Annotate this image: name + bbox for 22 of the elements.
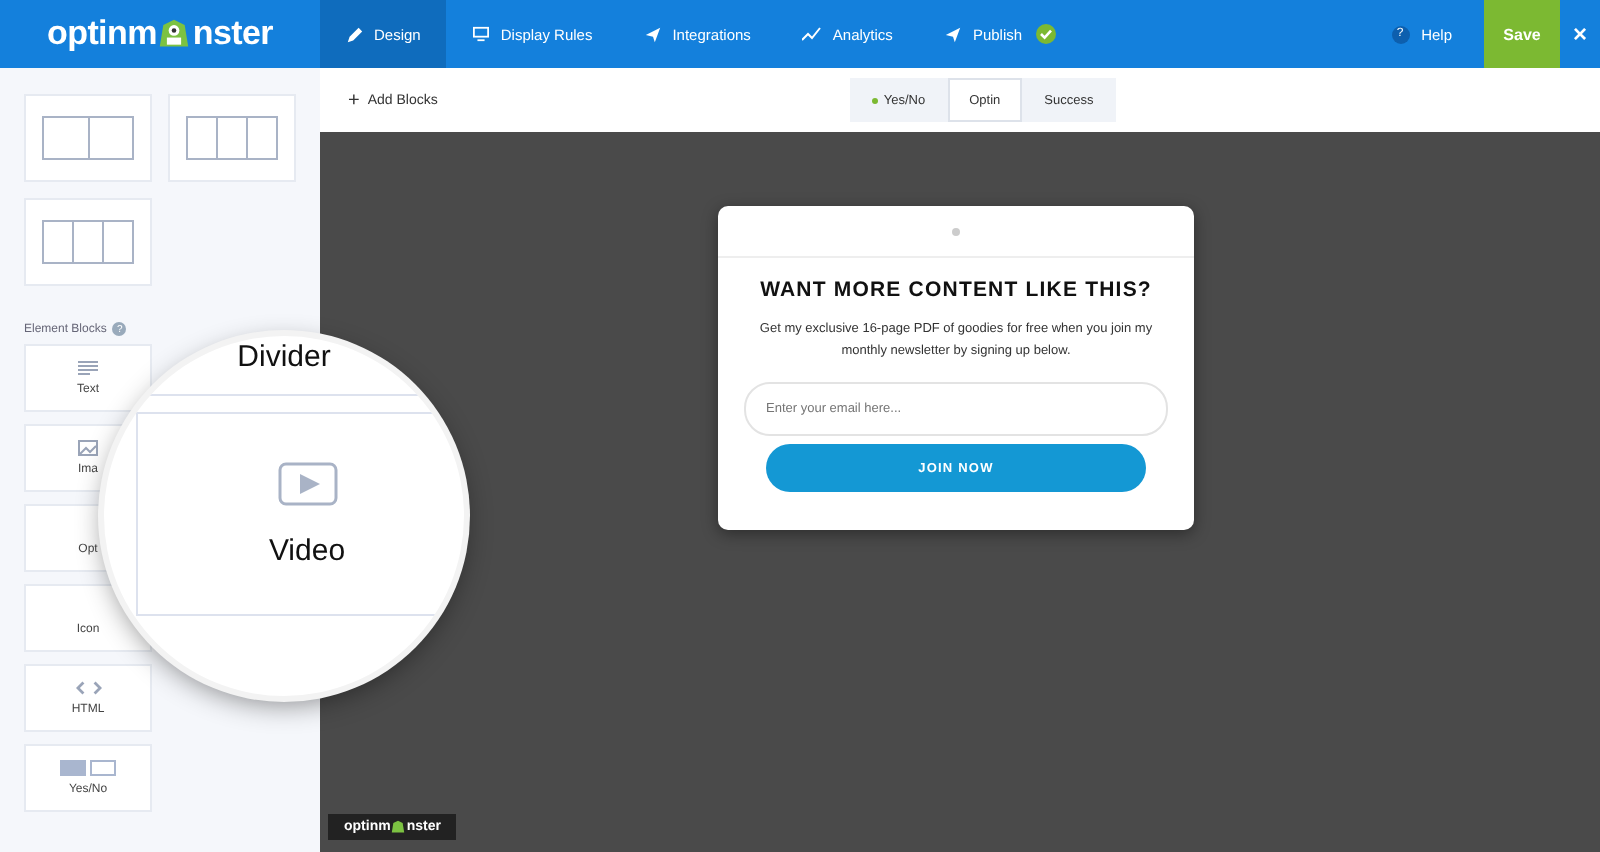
toggle-icon (60, 760, 116, 776)
popup-title: WANT MORE CONTENT LIKE THIS? (760, 278, 1152, 302)
monitor-icon (472, 26, 491, 42)
monster-logo-icon (156, 18, 193, 50)
text-lines-icon (78, 360, 98, 376)
block-label: Video (268, 533, 346, 567)
paper-plane-icon (644, 25, 663, 43)
image-icon (78, 440, 98, 456)
line-chart-icon (802, 26, 823, 42)
layout-block[interactable] (24, 94, 152, 182)
block-label: Divider (237, 340, 331, 374)
close-button[interactable]: × (1560, 0, 1600, 68)
code-icon (75, 680, 101, 696)
handle-icon[interactable] (952, 227, 960, 235)
layout-block[interactable] (24, 198, 152, 286)
pencil-icon (346, 25, 364, 43)
logo-text: optinm (47, 14, 157, 54)
logo-text: nster (192, 14, 273, 54)
play-icon (277, 461, 337, 505)
paper-plane-icon (944, 25, 963, 43)
layout-block[interactable] (168, 94, 296, 182)
monster-logo-icon (390, 820, 407, 834)
